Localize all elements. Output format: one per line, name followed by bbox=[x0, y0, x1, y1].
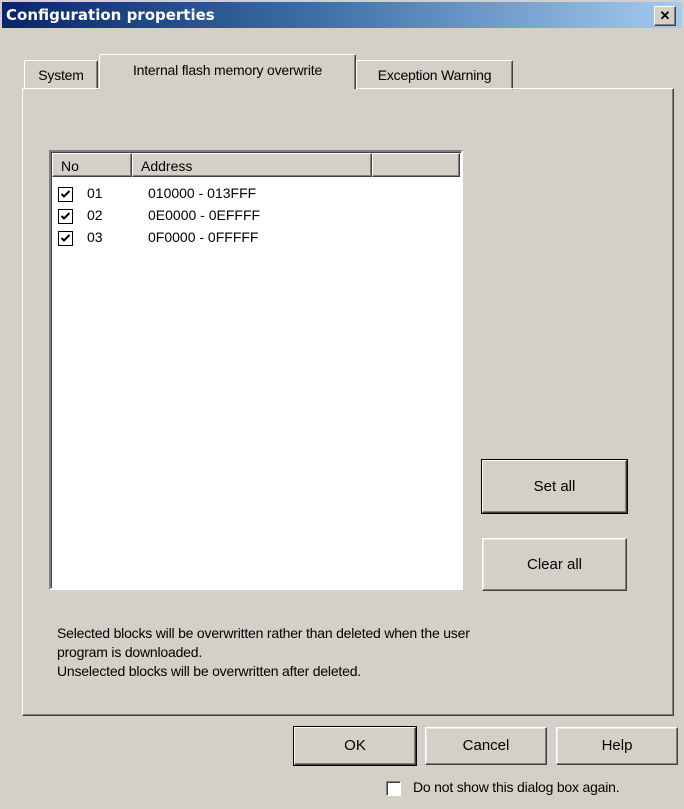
tab-internal-flash-memory-overwrite[interactable]: Internal flash memory overwrite bbox=[99, 54, 356, 89]
close-button[interactable]: ✕ bbox=[654, 6, 676, 26]
block-number: 02 bbox=[87, 207, 103, 223]
block-checkbox[interactable] bbox=[58, 187, 73, 202]
block-checkbox[interactable] bbox=[58, 209, 73, 224]
list-item[interactable]: 02 0E0000 - 0EFFFF bbox=[54, 206, 454, 228]
column-header-no[interactable]: No bbox=[52, 153, 132, 177]
block-number: 01 bbox=[87, 185, 103, 201]
clear-all-button[interactable]: Clear all bbox=[482, 538, 627, 591]
column-header-address[interactable]: Address bbox=[132, 153, 372, 177]
block-address: 0E0000 - 0EFFFF bbox=[148, 207, 261, 223]
configuration-dialog: Configuration properties ✕ System Intern… bbox=[0, 0, 684, 809]
dont-show-again-label[interactable]: Do not show this dialog box again. bbox=[413, 779, 620, 795]
block-address: 0F0000 - 0FFFFF bbox=[148, 229, 259, 245]
tab-system[interactable]: System bbox=[24, 60, 98, 90]
checkmark-icon bbox=[60, 190, 71, 198]
dont-show-again-checkbox[interactable] bbox=[386, 781, 401, 796]
checkmark-icon bbox=[60, 212, 71, 220]
block-number: 03 bbox=[87, 229, 103, 245]
close-icon: ✕ bbox=[659, 8, 671, 23]
set-all-button[interactable]: Set all bbox=[482, 460, 627, 513]
address-list[interactable]: No Address 01 010000 - 013FFF 02 0E0000 … bbox=[49, 150, 463, 590]
title-bar[interactable]: Configuration properties ✕ bbox=[2, 2, 682, 28]
help-button[interactable]: Help bbox=[556, 727, 678, 765]
block-checkbox[interactable] bbox=[58, 231, 73, 246]
description-line: Selected blocks will be overwritten rath… bbox=[57, 625, 470, 641]
block-address: 010000 - 013FFF bbox=[148, 185, 257, 201]
list-item[interactable]: 03 0F0000 - 0FFFFF bbox=[54, 228, 454, 250]
description-line: program is downloaded. bbox=[57, 644, 203, 660]
tab-exception-warning[interactable]: Exception Warning bbox=[356, 60, 513, 90]
list-item[interactable]: 01 010000 - 013FFF bbox=[54, 184, 454, 206]
column-header-empty[interactable] bbox=[372, 153, 460, 177]
description-text: Selected blocks will be overwritten rath… bbox=[57, 624, 617, 681]
window-title: Configuration properties bbox=[6, 6, 215, 24]
ok-button[interactable]: OK bbox=[294, 727, 416, 765]
checkmark-icon bbox=[60, 234, 71, 242]
description-line: Unselected blocks will be overwritten af… bbox=[57, 663, 361, 679]
cancel-button[interactable]: Cancel bbox=[425, 727, 547, 765]
